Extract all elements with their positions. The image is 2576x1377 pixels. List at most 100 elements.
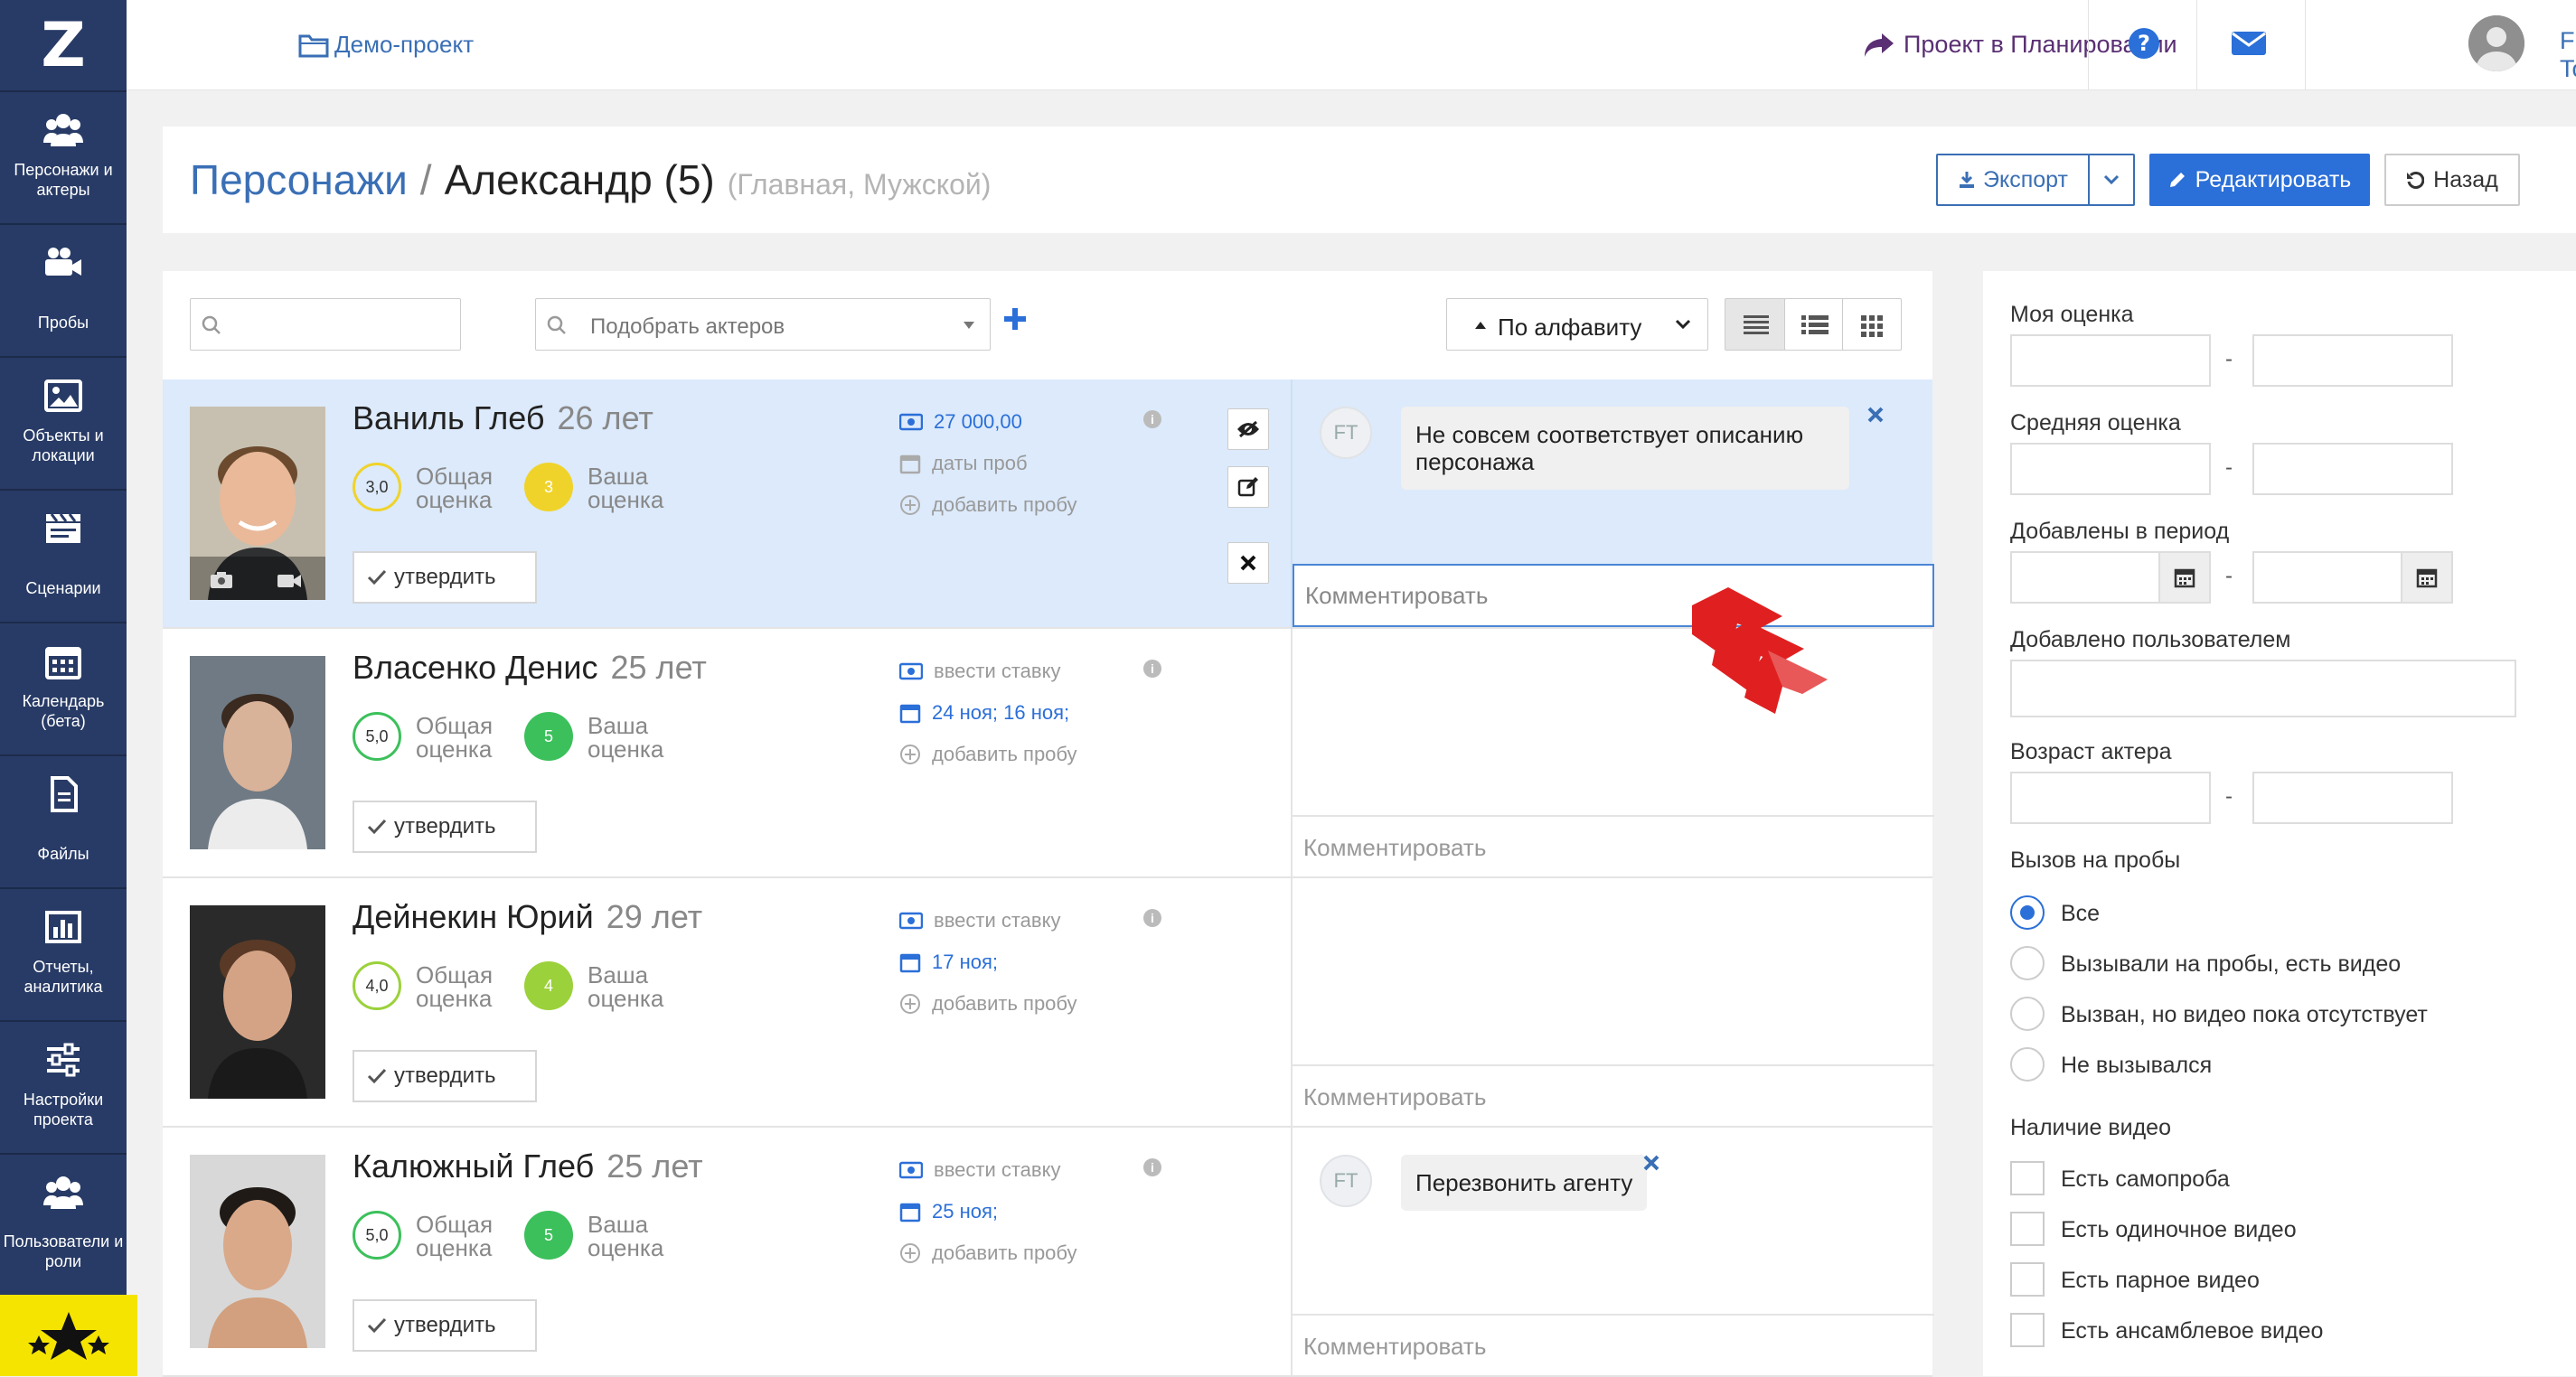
checkbox-single-video[interactable] bbox=[2010, 1212, 2045, 1246]
sidebar-item-users[interactable]: Пользователи и роли bbox=[0, 1153, 127, 1295]
added-by-input[interactable] bbox=[2010, 660, 2516, 717]
dates-value: даты проб bbox=[932, 452, 1028, 474]
approve-button[interactable]: утвердить bbox=[353, 801, 537, 853]
checkbox-self-tape[interactable] bbox=[2010, 1161, 2045, 1195]
your-rating-badge[interactable]: 5 bbox=[524, 712, 573, 761]
dates-link[interactable]: даты проб bbox=[899, 452, 1028, 475]
sidebar-item-characters[interactable]: Персонажи и актеры bbox=[0, 90, 127, 223]
edit-actor-button[interactable] bbox=[1227, 466, 1269, 508]
dates-link[interactable]: 25 ноя; bbox=[899, 1200, 998, 1223]
age-from-input[interactable] bbox=[2010, 772, 2211, 824]
actor-row[interactable]: Власенко Денис 25 лет 5,0 Общая оценка 5 В… bbox=[163, 629, 1934, 878]
actor-name[interactable]: Калюжный Глеб 25 лет bbox=[353, 1148, 703, 1185]
checkbox-ensemble-video[interactable] bbox=[2010, 1313, 2045, 1347]
add-test-link[interactable]: добавить пробу bbox=[899, 1241, 1077, 1265]
info-icon[interactable]: i bbox=[1143, 660, 1161, 678]
filter-added-by-label: Добавлено пользователем bbox=[2010, 627, 2291, 652]
date-to-picker-button[interactable] bbox=[2401, 553, 2451, 602]
date-to-input[interactable] bbox=[2252, 551, 2453, 604]
export-dropdown-button[interactable] bbox=[2088, 154, 2135, 206]
actor-name[interactable]: Власенко Денис 25 лет bbox=[353, 649, 707, 687]
your-rating-badge[interactable]: 3 bbox=[524, 463, 573, 511]
actor-photo[interactable] bbox=[190, 407, 325, 600]
view-list-button[interactable] bbox=[1784, 298, 1844, 351]
comment-input[interactable]: Комментировать bbox=[1293, 564, 1934, 627]
rate-link[interactable]: ввести ставку bbox=[899, 1158, 1060, 1182]
help-button[interactable]: ? bbox=[2128, 27, 2160, 60]
view-grid-button[interactable] bbox=[1842, 298, 1902, 351]
info-icon[interactable]: i bbox=[1143, 909, 1161, 927]
actor-name[interactable]: Ваниль Глеб 26 лет bbox=[353, 399, 653, 437]
rate-link[interactable]: 27 000,00 bbox=[899, 410, 1022, 434]
comment-placeholder: Комментировать bbox=[1303, 1332, 1487, 1360]
app-logo[interactable]: Z bbox=[0, 0, 127, 90]
info-icon[interactable]: i bbox=[1143, 1158, 1161, 1176]
my-rating-to-input[interactable] bbox=[2252, 334, 2453, 387]
radio-call-all[interactable] bbox=[2010, 895, 2045, 930]
add-test-link[interactable]: добавить пробу bbox=[899, 493, 1077, 517]
sidebar-item-tests[interactable]: Пробы bbox=[0, 223, 127, 356]
comment-input[interactable]: Комментировать bbox=[1293, 1064, 1934, 1128]
hide-button[interactable] bbox=[1227, 408, 1269, 450]
add-test-link[interactable]: добавить пробу bbox=[899, 992, 1077, 1016]
sort-select[interactable]: По алфавиту bbox=[1446, 298, 1708, 351]
overall-rating-badge: 4,0 bbox=[353, 961, 401, 1010]
avg-rating-from-input[interactable] bbox=[2010, 443, 2211, 495]
delete-comment-button[interactable] bbox=[1643, 1155, 1659, 1171]
your-rating-badge[interactable]: 5 bbox=[524, 1211, 573, 1260]
actor-name[interactable]: Дейнекин Юрий 29 лет bbox=[353, 898, 702, 936]
my-rating-from-input[interactable] bbox=[2010, 334, 2211, 387]
messages-button[interactable] bbox=[2231, 30, 2267, 57]
sidebar-item-settings[interactable]: Настройки проекта bbox=[0, 1020, 127, 1153]
back-button[interactable]: Назад bbox=[2384, 154, 2520, 206]
sidebar-item-scripts[interactable]: Сценарии bbox=[0, 489, 127, 622]
sidebar-item-files[interactable]: Файлы bbox=[0, 754, 127, 887]
dates-link[interactable]: 24 ноя; 16 ноя; bbox=[899, 701, 1069, 725]
comment-input[interactable]: Комментировать bbox=[1293, 815, 1934, 878]
sidebar-item-locations[interactable]: Объекты и локации bbox=[0, 356, 127, 489]
checkbox-pair-video[interactable] bbox=[2010, 1262, 2045, 1297]
radio-not-called[interactable] bbox=[2010, 1047, 2045, 1082]
pick-actors-select[interactable]: Подобрать актеров bbox=[535, 298, 991, 351]
your-rating-badge[interactable]: 4 bbox=[524, 961, 573, 1010]
sidebar-item-reports[interactable]: Отчеты, аналитика bbox=[0, 887, 127, 1020]
approve-label: утвердить bbox=[394, 1313, 496, 1337]
actor-photo[interactable] bbox=[190, 905, 325, 1099]
delete-comment-button[interactable] bbox=[1867, 407, 1884, 423]
rating-star-button[interactable] bbox=[0, 1295, 137, 1376]
view-compact-list-button[interactable] bbox=[1725, 298, 1786, 351]
actor-photo[interactable] bbox=[190, 1155, 325, 1348]
approve-button[interactable]: утвердить bbox=[353, 551, 537, 604]
actor-row[interactable]: Дейнекин Юрий 29 лет 4,0 Общая оценка 4 Ва… bbox=[163, 878, 1934, 1128]
actor-row[interactable]: Ваниль Глеб 26 лет 3,0 Общая оценка 3 Ваша… bbox=[163, 379, 1934, 714]
avg-rating-to-input[interactable] bbox=[2252, 443, 2453, 495]
export-button[interactable]: Экспорт bbox=[1936, 154, 2090, 206]
date-from-input[interactable] bbox=[2010, 551, 2211, 604]
avatar[interactable] bbox=[2468, 15, 2524, 71]
radio-call-no-video[interactable] bbox=[2010, 997, 2045, 1031]
remove-actor-button[interactable] bbox=[1227, 542, 1269, 584]
rate-link[interactable]: ввести ставку bbox=[899, 660, 1060, 683]
rate-link[interactable]: ввести ставку bbox=[899, 909, 1060, 932]
approve-button[interactable]: утвердить bbox=[353, 1050, 537, 1102]
sidebar-item-calendar[interactable]: Календарь (бета) bbox=[0, 622, 127, 754]
edit-button[interactable]: Редактировать bbox=[2149, 154, 2370, 206]
add-actor-button[interactable] bbox=[1003, 307, 1027, 331]
breadcrumb-root-link[interactable]: Персонажи bbox=[190, 155, 408, 204]
actor-row[interactable]: Калюжный Глеб 25 лет 5,0 Общая оценка 5 Ва… bbox=[163, 1128, 1934, 1377]
info-icon[interactable]: i bbox=[1143, 410, 1161, 428]
age-to-input[interactable] bbox=[2252, 772, 2453, 824]
dates-link[interactable]: 17 ноя; bbox=[899, 951, 998, 974]
actor-photo[interactable] bbox=[190, 656, 325, 849]
radio-call-with-video[interactable] bbox=[2010, 946, 2045, 980]
date-from-picker-button[interactable] bbox=[2158, 553, 2209, 602]
comment-input[interactable]: Комментировать bbox=[1293, 1314, 1934, 1377]
camera-icon[interactable] bbox=[210, 571, 233, 589]
search-icon bbox=[202, 315, 221, 334]
approve-button[interactable]: утвердить bbox=[353, 1299, 537, 1352]
user-name[interactable]: Film Toolz bbox=[2560, 27, 2576, 83]
add-test-link[interactable]: добавить пробу bbox=[899, 743, 1077, 766]
search-input[interactable] bbox=[190, 298, 461, 351]
project-link[interactable]: Демо-проект bbox=[298, 31, 474, 59]
video-icon[interactable] bbox=[277, 573, 302, 589]
